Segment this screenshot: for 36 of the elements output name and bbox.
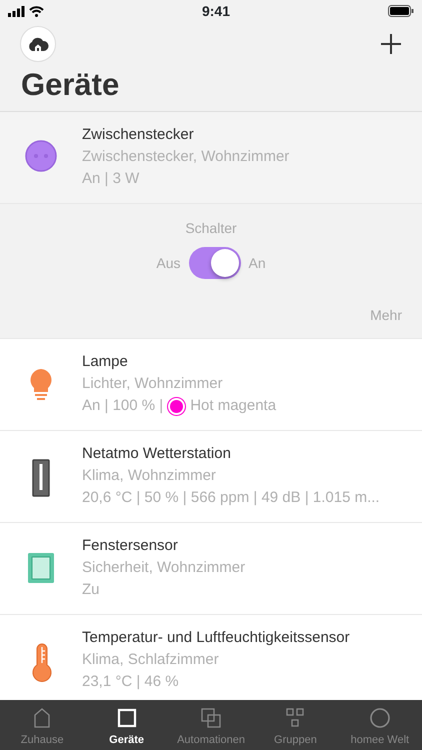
- device-name: Fenstersensor: [82, 536, 179, 556]
- on-label: An: [248, 254, 266, 273]
- tab-bar-item[interactable]: Geräte: [84, 700, 169, 750]
- device-row[interactable]: Fenstersensor Sicherheit, Wohnzimmer Zu: [0, 523, 422, 616]
- device-room: Zwischenstecker, Wohnzimmer: [82, 147, 290, 168]
- battery-icon: [388, 5, 414, 17]
- device-row[interactable]: Temperatur- und Luftfeuchtigkeitssensor Klima, Schlafzimmer 23,1 °C | 46 %: [0, 615, 422, 700]
- device-row[interactable]: Lampe Lichter, Wohnzimmer An | 100 % | Hot magenta: [0, 339, 422, 432]
- device-name: Temperatur- und Luftfeuchtigkeitssensor: [82, 628, 350, 648]
- device-status: 20,6 °C | 50 % | 566 ppm | 49 dB | 1.015 m...: [82, 488, 380, 508]
- status-time: 9:41: [202, 2, 230, 20]
- toggle-switch[interactable]: [188, 247, 240, 280]
- device-status: An | 100 % |: [82, 396, 164, 416]
- device-status: Zu: [82, 580, 101, 600]
- device-room: Lichter, Wohnzimmer: [82, 374, 224, 394]
- device-status: 23,1 °C | 46 %: [82, 672, 180, 692]
- wifi-icon: [29, 6, 44, 16]
- device-name: Lampe: [82, 352, 129, 372]
- switch-label: Schalter: [185, 219, 237, 238]
- device-room: Klima, Schlafzimmer: [82, 650, 220, 670]
- color-name: Hot magenta: [190, 396, 276, 416]
- device-room: Sicherheit, Wohnzimmer: [82, 558, 246, 578]
- cloud-home-icon[interactable]: [20, 26, 56, 62]
- overlapping-squares-icon: [200, 706, 222, 728]
- device-room: Klima, Wohnzimmer: [82, 466, 217, 486]
- square-icon: [116, 706, 138, 728]
- circle-icon: [368, 706, 391, 728]
- device-name: Zwischenstecker: [82, 125, 195, 146]
- device-status: An | 3 W: [82, 169, 140, 190]
- add-button[interactable]: [380, 33, 402, 55]
- page-title: Geräte: [21, 66, 120, 104]
- device-name: Netatmo Wetterstation: [82, 444, 232, 464]
- off-label: Aus: [156, 254, 180, 273]
- signal-icon: [8, 6, 25, 16]
- squares-grid-icon: [284, 706, 306, 728]
- device-row[interactable]: Netatmo Wetterstation Klima, Wohnzimmer 20,6 °C | 50 % | 566 ppm | 49 dB | 1.015 m...: [0, 431, 422, 524]
